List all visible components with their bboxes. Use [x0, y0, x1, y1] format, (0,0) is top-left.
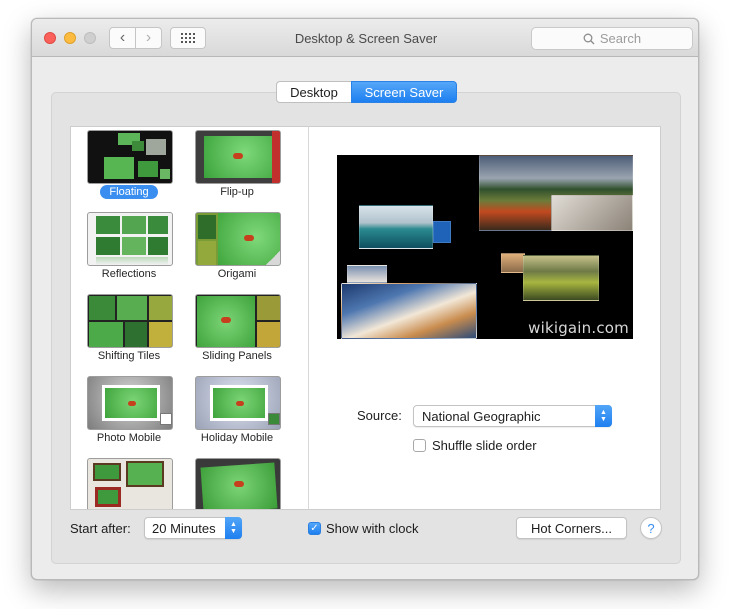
- search-field[interactable]: Search: [531, 27, 693, 50]
- preview-photo-green-valley: [523, 255, 599, 301]
- saver-item-flip-up[interactable]: Flip-up: [183, 127, 291, 209]
- source-dropdown[interactable]: National Geographic ▲ ▼: [413, 405, 612, 427]
- tab-screen-saver[interactable]: Screen Saver: [351, 81, 457, 103]
- title-bar: ‹ › Desktop & Screen Saver Search: [32, 19, 698, 57]
- start-after-value: 20 Minutes: [152, 520, 216, 536]
- saver-label: Reflections: [101, 268, 157, 280]
- help-button[interactable]: ?: [640, 517, 662, 539]
- forward-button[interactable]: ›: [135, 27, 162, 49]
- tab-control: Desktop Screen Saver: [276, 81, 457, 103]
- saver-label: Holiday Mobile: [200, 432, 274, 444]
- preferences-window: ‹ › Desktop & Screen Saver Search Deskto…: [31, 18, 699, 580]
- saver-item-photo-mobile[interactable]: Photo Mobile: [75, 373, 183, 455]
- checkmark-icon: ✓: [308, 522, 321, 535]
- source-label: Source:: [357, 408, 402, 423]
- saver-item-floating[interactable]: Floating: [75, 127, 183, 209]
- saver-item-ken-burns[interactable]: [183, 455, 291, 509]
- back-button[interactable]: ‹: [109, 27, 136, 49]
- minimize-window-button[interactable]: [64, 32, 76, 44]
- hot-corners-button[interactable]: Hot Corners...: [516, 517, 627, 539]
- show-with-clock-checkbox[interactable]: ✓ Show with clock: [308, 521, 418, 536]
- chevron-right-icon: ›: [145, 29, 152, 46]
- saver-item-origami[interactable]: Origami: [183, 209, 291, 291]
- preview-photo-sunset: [501, 253, 525, 273]
- search-placeholder: Search: [599, 31, 642, 46]
- saver-label: Photo Mobile: [96, 432, 162, 444]
- saver-thumbnail: [87, 376, 173, 430]
- saver-label: Floating: [100, 185, 158, 199]
- window-title: Desktop & Screen Saver: [294, 31, 438, 46]
- saver-thumbnail: [195, 212, 281, 266]
- saver-thumbnail: [195, 458, 281, 509]
- saver-thumbnail: [87, 294, 173, 348]
- saver-thumbnail: [195, 130, 281, 184]
- chevron-up-down-icon: ▲ ▼: [225, 517, 242, 539]
- saver-label: Origami: [217, 268, 257, 280]
- show-with-clock-label: Show with clock: [326, 521, 419, 536]
- saver-thumbnail: [195, 294, 281, 348]
- start-after-label: Start after:: [70, 521, 131, 536]
- saver-item-holiday-mobile[interactable]: Holiday Mobile: [183, 373, 291, 455]
- zoom-window-button[interactable]: [84, 32, 96, 44]
- saver-label: Shifting Tiles: [97, 350, 161, 362]
- preview-photo-penguins: [359, 205, 433, 249]
- search-icon: [583, 33, 595, 44]
- tab-desktop[interactable]: Desktop: [276, 81, 351, 103]
- saver-thumbnail: [87, 458, 173, 509]
- saver-item-shifting-tiles[interactable]: Shifting Tiles: [75, 291, 183, 373]
- saver-thumbnail: [195, 376, 281, 430]
- close-window-button[interactable]: [44, 32, 56, 44]
- preview-photo-small-peaks: [347, 265, 387, 283]
- grid-icon: [181, 33, 195, 43]
- shuffle-checkbox[interactable]: Shuffle slide order: [413, 438, 537, 453]
- checkbox-icon: [413, 439, 426, 452]
- chevron-left-icon: ‹: [119, 29, 126, 46]
- saver-item-reflections[interactable]: Reflections: [75, 209, 183, 291]
- preview-photo-snowy-summit: [341, 283, 477, 339]
- start-after-dropdown[interactable]: 20 Minutes ▲ ▼: [144, 517, 242, 539]
- screen-saver-list[interactable]: Floating Flip-up Reflections Origami Shi…: [70, 126, 309, 510]
- screen-saver-preview: wikigain.com: [337, 155, 633, 339]
- show-all-button[interactable]: [170, 27, 206, 49]
- saver-label: Sliding Panels: [202, 350, 272, 362]
- saver-thumbnail: [87, 130, 173, 184]
- saver-thumbnail: [87, 212, 173, 266]
- chevron-up-down-icon: ▲ ▼: [595, 405, 612, 427]
- saver-label: Flip-up: [220, 186, 254, 198]
- preview-photo-blue-tile: [433, 221, 451, 243]
- saver-item-vintage-prints[interactable]: [75, 455, 183, 509]
- preview-pane: wikigain.com Source: National Geographic…: [308, 126, 661, 510]
- saver-item-sliding-panels[interactable]: Sliding Panels: [183, 291, 291, 373]
- source-value: National Geographic: [422, 408, 541, 424]
- shuffle-label: Shuffle slide order: [432, 438, 537, 453]
- watermark-text: wikigain.com: [528, 319, 629, 337]
- preview-photo-rocks: [551, 195, 633, 231]
